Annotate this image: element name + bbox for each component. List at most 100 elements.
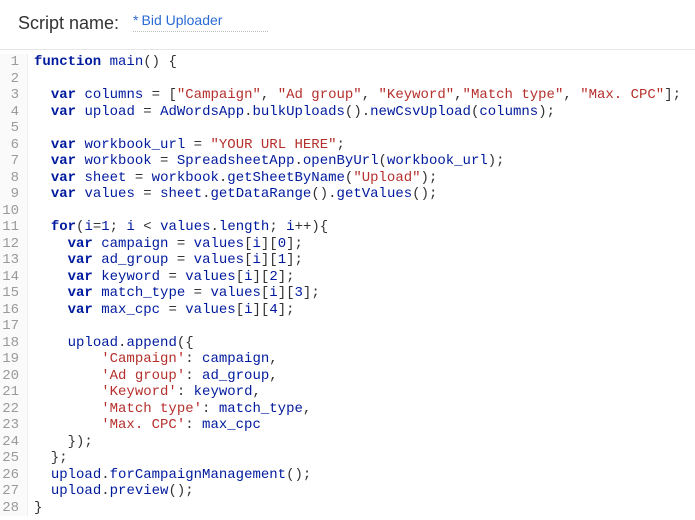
token-plain (34, 368, 101, 384)
token-kw: for (51, 219, 76, 235)
code-line[interactable]: }); (34, 434, 681, 451)
token-plain: ]; (664, 87, 681, 103)
code-line[interactable]: var max_cpc = values[i][4]; (34, 302, 681, 319)
token-plain (93, 302, 101, 318)
token-plain: ]; (286, 252, 303, 268)
code-line[interactable]: var columns = ["Campaign", "Ad group", "… (34, 87, 681, 104)
token-plain: ); (488, 153, 505, 169)
token-plain: [ (236, 269, 244, 285)
code-area[interactable]: function main() { var columns = ["Campai… (28, 54, 681, 516)
token-plain: ({ (177, 335, 194, 351)
token-plain: , (261, 87, 278, 103)
token-plain: [ (244, 236, 252, 252)
line-number: 15 (0, 285, 19, 302)
code-line[interactable] (34, 203, 681, 220)
token-id: keyword (101, 269, 160, 285)
token-kw: function (34, 54, 101, 70)
code-line[interactable]: var workbook_url = "YOUR URL HERE"; (34, 137, 681, 154)
code-line[interactable]: var campaign = values[i][0]; (34, 236, 681, 253)
code-line[interactable]: var values = sheet.getDataRange().getVal… (34, 186, 681, 203)
token-plain (34, 137, 51, 153)
code-editor[interactable]: 1234567891011121314151617181920212223242… (0, 50, 695, 516)
token-id: append (126, 335, 176, 351)
code-line[interactable]: 'Campaign': campaign, (34, 351, 681, 368)
token-id: AdWordsApp (160, 104, 244, 120)
token-plain: ]; (278, 302, 295, 318)
line-number: 26 (0, 467, 19, 484)
line-number: 4 (0, 104, 19, 121)
token-plain: : (185, 417, 202, 433)
token-id: upload (51, 467, 101, 483)
token-plain (34, 87, 51, 103)
token-plain (34, 153, 51, 169)
token-str: 'Max. CPC' (101, 417, 185, 433)
code-line[interactable]: }; (34, 450, 681, 467)
code-line[interactable]: var ad_group = values[i][1]; (34, 252, 681, 269)
code-line[interactable]: upload.forCampaignManagement(); (34, 467, 681, 484)
token-plain (101, 54, 109, 70)
token-plain: } (34, 500, 42, 516)
code-line[interactable] (34, 71, 681, 88)
token-plain: , (303, 401, 311, 417)
token-plain: }); (34, 434, 93, 450)
token-plain (34, 252, 68, 268)
token-plain: = [ (143, 87, 177, 103)
code-line[interactable]: upload.preview(); (34, 483, 681, 500)
token-plain: ; (269, 219, 286, 235)
token-num: 1 (278, 252, 286, 268)
token-num: 1 (101, 219, 109, 235)
code-line[interactable]: var keyword = values[i][2]; (34, 269, 681, 286)
token-id: values (160, 219, 210, 235)
token-id: i (269, 285, 277, 301)
token-id: campaign (202, 351, 269, 367)
token-plain: (); (286, 467, 311, 483)
line-number: 10 (0, 203, 19, 220)
script-name-field[interactable]: *Bid Uploader (133, 12, 333, 35)
token-id: upload (84, 104, 134, 120)
token-str: "Upload" (353, 170, 420, 186)
code-line[interactable] (34, 120, 681, 137)
code-line[interactable]: 'Keyword': keyword, (34, 384, 681, 401)
token-num: 2 (269, 269, 277, 285)
script-header: Script name: *Bid Uploader (0, 0, 695, 50)
code-line[interactable]: upload.append({ (34, 335, 681, 352)
code-line[interactable]: 'Max. CPC': max_cpc (34, 417, 681, 434)
code-line[interactable]: var workbook = SpreadsheetApp.openByUrl(… (34, 153, 681, 170)
token-plain (34, 384, 101, 400)
token-str: 'Keyword' (101, 384, 177, 400)
token-plain: . (202, 186, 210, 202)
token-plain: ); (538, 104, 555, 120)
token-plain: [ (236, 302, 244, 318)
token-str: "Campaign" (177, 87, 261, 103)
token-str: "Max. CPC" (580, 87, 664, 103)
token-kw: var (68, 236, 93, 252)
token-plain: = (93, 219, 101, 235)
line-number: 18 (0, 335, 19, 352)
code-line[interactable] (34, 318, 681, 335)
code-line[interactable]: var upload = AdWordsApp.bulkUploads().ne… (34, 104, 681, 121)
token-plain: , (362, 87, 379, 103)
token-id: values (194, 236, 244, 252)
token-id: openByUrl (303, 153, 379, 169)
token-num: 4 (269, 302, 277, 318)
token-fn: main (110, 54, 144, 70)
code-line[interactable]: var match_type = values[i][3]; (34, 285, 681, 302)
line-number: 20 (0, 368, 19, 385)
code-line[interactable]: 'Match type': match_type, (34, 401, 681, 418)
code-line[interactable]: for(i=1; i < values.length; i++){ (34, 219, 681, 236)
token-plain: (); (412, 186, 437, 202)
token-kw: var (68, 302, 93, 318)
token-plain (93, 252, 101, 268)
token-plain (34, 104, 51, 120)
token-num: 0 (278, 236, 286, 252)
code-line[interactable]: function main() { (34, 54, 681, 71)
line-number: 24 (0, 434, 19, 451)
line-number: 25 (0, 450, 19, 467)
code-line[interactable]: } (34, 500, 681, 517)
token-id: values (210, 285, 260, 301)
unsaved-asterisk: * (133, 12, 138, 28)
token-plain: = (126, 170, 151, 186)
code-line[interactable]: var sheet = workbook.getSheetByName("Upl… (34, 170, 681, 187)
token-id: length (219, 219, 269, 235)
code-line[interactable]: 'Ad group': ad_group, (34, 368, 681, 385)
